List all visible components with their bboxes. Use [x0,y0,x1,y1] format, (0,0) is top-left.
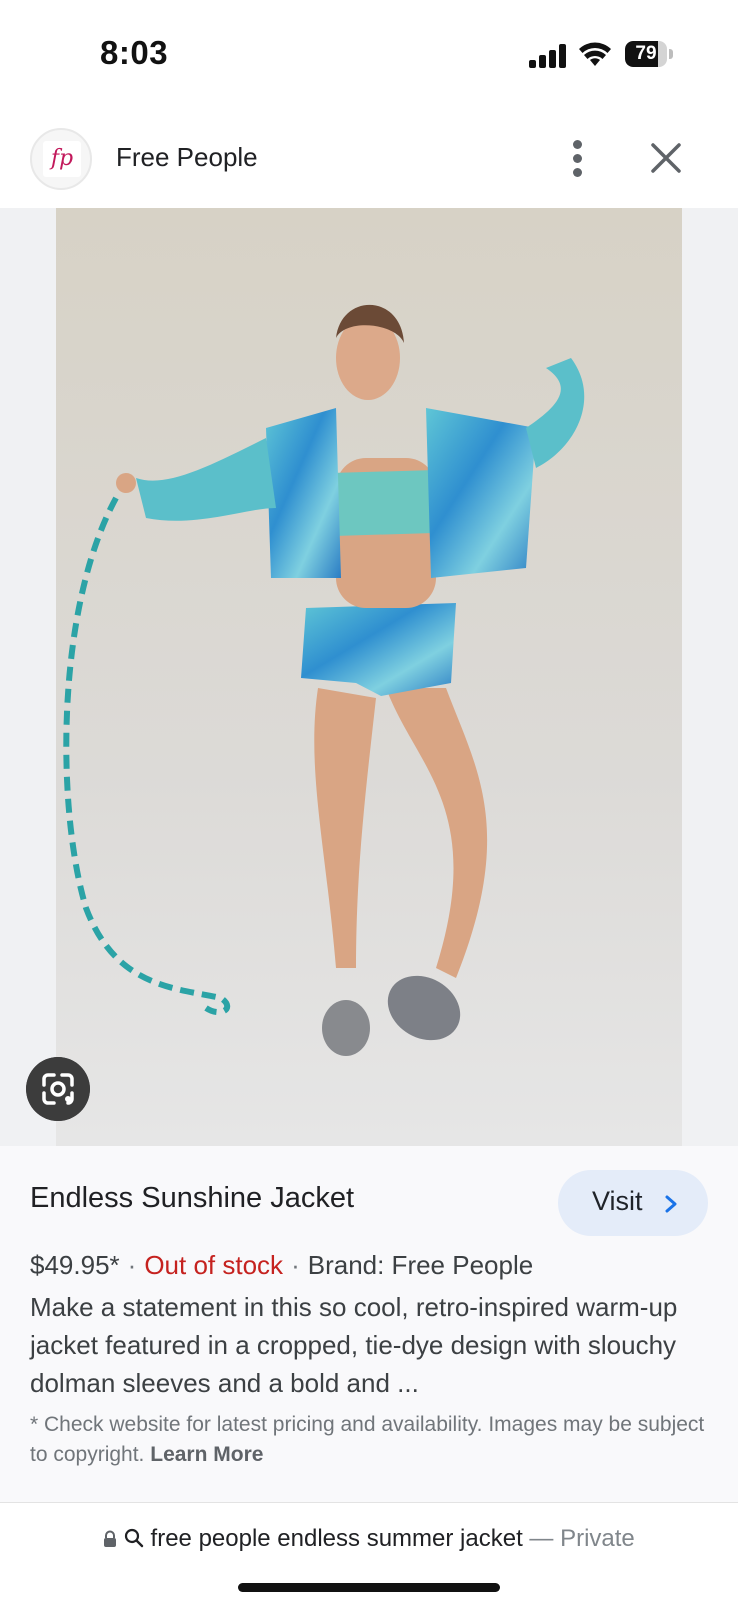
stock-status: Out of stock [144,1250,284,1280]
lock-icon [104,1530,117,1547]
search-query: free people endless summer jacket [150,1525,523,1552]
result-header: fp Free People [0,120,738,208]
close-icon[interactable] [648,140,684,176]
battery-tip [669,49,673,59]
dot [573,154,582,163]
separator: · [127,1250,137,1280]
wifi-icon [579,42,611,66]
battery-icon: 79 [625,41,675,67]
separator: · [291,1250,300,1280]
google-lens-icon[interactable] [26,1057,90,1121]
learn-more-link[interactable]: Learn More [150,1443,263,1466]
site-name[interactable]: Free People [116,142,258,173]
product-image[interactable] [56,208,682,1146]
product-description: Make a statement in this so cool, retro-… [30,1292,678,1398]
battery-level: 79 [635,43,657,64]
address-bar[interactable]: free people endless summer jacket — Priv… [0,1525,738,1553]
visit-button[interactable]: Visit [558,1170,708,1236]
home-indicator[interactable] [238,1583,500,1592]
disclaimer: * Check website for latest pricing and a… [30,1410,720,1470]
product-title[interactable]: Endless Sunshine Jacket [30,1182,354,1215]
status-bar: 8:03 79 [0,0,738,110]
more-vert-icon[interactable] [560,136,596,180]
product-meta: $49.95* · Out of stock · Brand: Free People [30,1250,533,1281]
dot [573,140,582,149]
signal-icon [529,44,566,68]
private-label: — Private [529,1525,635,1552]
battery-body: 79 [625,41,667,67]
image-viewer [0,208,738,1146]
dot [573,168,582,177]
site-logo-mark: fp [43,141,81,177]
product-info-panel: Endless Sunshine Jacket Visit $49.95* · Ou… [0,1146,738,1502]
status-time: 8:03 [100,34,169,71]
disclaimer-text: * Check website for latest pricing and a… [30,1413,705,1466]
site-logo[interactable]: fp [30,128,92,190]
visit-label: Visit [592,1186,643,1216]
chevron-right-icon [665,1195,677,1213]
product-price: $49.95* [30,1250,120,1280]
product-brand: Brand: Free People [307,1250,534,1280]
search-icon [124,1528,144,1548]
bottom-bar: free people endless summer jacket — Priv… [0,1502,738,1601]
